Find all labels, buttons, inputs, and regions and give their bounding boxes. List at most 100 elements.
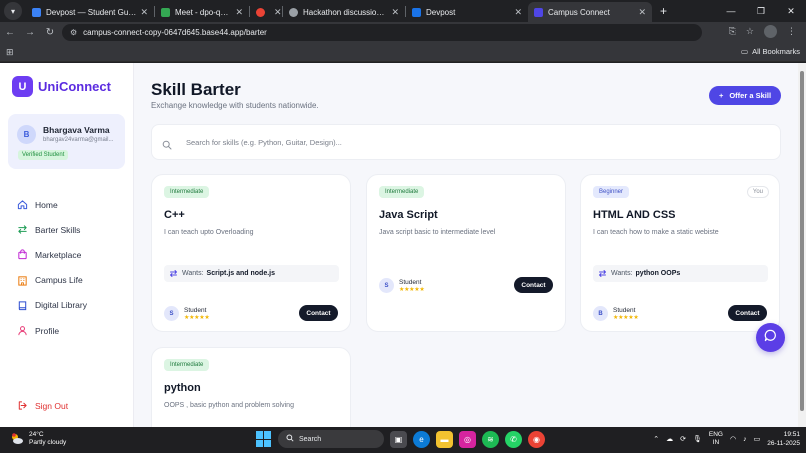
close-window-icon[interactable]: ✕ — [776, 6, 806, 17]
weather-temp: 24°C — [29, 431, 44, 438]
tab-devpost[interactable]: Devpost ✕ — [406, 2, 528, 22]
close-icon[interactable]: ✕ — [514, 7, 522, 18]
back-icon[interactable]: ← — [0, 27, 20, 38]
level-badge: Beginner — [593, 186, 630, 198]
tab-search-icon[interactable]: ▾ — [4, 2, 22, 20]
avatar: S — [164, 306, 179, 321]
tab-recording[interactable]: ✕ — [250, 2, 282, 22]
tab-hackathon-topics[interactable]: Hackathon discussion topics ✕ — [283, 2, 405, 22]
weather-desc: Partly cloudy — [29, 439, 67, 446]
bag-icon — [17, 249, 28, 260]
menu-dots-icon[interactable]: ⋮ — [787, 26, 796, 37]
globe-favicon-icon — [289, 7, 298, 17]
rating-stars: ★★★★★ — [184, 315, 210, 321]
wants-label: Wants: — [182, 270, 204, 277]
microphone-icon[interactable]: 🎙 — [693, 435, 702, 443]
bookmarks-bar: ⊞ ▭ All Bookmarks — [0, 43, 806, 62]
onedrive-cloud-icon[interactable]: ☁ — [666, 435, 673, 443]
brand-logo: U — [12, 76, 33, 97]
chevron-up-icon[interactable]: ⌃ — [653, 435, 659, 443]
forward-icon[interactable]: → — [20, 27, 40, 38]
sidebar-item-label: Marketplace — [35, 249, 82, 260]
skill-description: OOPS , basic python and problem solving — [164, 402, 294, 409]
page-subtitle: Exchange knowledge with students nationw… — [151, 101, 319, 110]
home-icon — [17, 199, 28, 210]
search-icon — [162, 137, 172, 150]
sidebar-item-marketplace[interactable]: Marketplace — [17, 242, 87, 267]
search-input[interactable] — [186, 137, 746, 147]
close-icon[interactable]: ✕ — [235, 7, 243, 18]
owner-you-badge: You — [746, 186, 769, 198]
skill-card-html-css: Beginner You HTML AND CSS I can teach ho… — [580, 174, 780, 332]
clock-date: 26-11-2025 — [767, 440, 800, 447]
sidebar-item-profile[interactable]: Profile — [17, 318, 87, 343]
system-tray: ⌃ ☁ ⟳ 🎙 ENG IN ◠ ♪ ▭ 19:51 26-11-2025 — [653, 430, 800, 448]
sidebar-item-label: Home — [35, 199, 58, 210]
new-tab-button[interactable]: + — [660, 4, 667, 18]
taskbar-search-label: Search — [299, 435, 322, 443]
task-view-icon[interactable]: ▣ — [390, 430, 407, 448]
sidebar-item-label: Barter Skills — [35, 224, 81, 235]
restore-icon[interactable]: ❐ — [746, 6, 776, 17]
windows-start-icon[interactable] — [256, 431, 272, 447]
folder-icon: ▭ — [740, 47, 749, 56]
tab-campus-connect[interactable]: Campus Connect ✕ — [528, 2, 652, 22]
skill-title: C++ — [164, 209, 185, 221]
instagram-icon[interactable]: ◎ — [459, 430, 476, 448]
sync-icon[interactable]: ⟳ — [680, 435, 686, 443]
user-name: Bhargava Varma — [43, 125, 110, 135]
bookmark-star-icon[interactable]: ☆ — [746, 26, 754, 37]
chat-button[interactable] — [756, 323, 785, 352]
whatsapp-icon[interactable]: ✆ — [505, 430, 522, 448]
wifi-icon[interactable]: ◠ — [730, 435, 736, 443]
reload-icon[interactable]: ↻ — [40, 27, 60, 38]
close-icon[interactable]: ✕ — [638, 7, 646, 18]
contact-button[interactable]: Contact — [728, 305, 767, 321]
swap-icon — [598, 269, 607, 278]
install-app-icon[interactable]: ⎘ — [729, 26, 736, 37]
close-icon[interactable]: ✕ — [274, 7, 282, 18]
url-input[interactable]: ⚙ campus-connect-copy-0647d645.base44.ap… — [62, 24, 702, 41]
book-icon — [17, 300, 28, 311]
skill-description: I can teach upto Overloading — [164, 229, 254, 236]
brand[interactable]: U UniConnect — [12, 76, 111, 97]
spotify-icon[interactable]: ≋ — [482, 430, 499, 448]
page-scrollbar[interactable] — [798, 63, 806, 427]
url-text: campus-connect-copy-0647d645.base44.app/… — [83, 28, 267, 37]
level-badge: Intermediate — [164, 359, 210, 371]
sidebar-item-digital-library[interactable]: Digital Library — [17, 293, 87, 318]
site-info-icon[interactable]: ⚙ — [70, 28, 77, 37]
volume-icon[interactable]: ♪ — [743, 436, 747, 443]
contact-button[interactable]: Contact — [514, 277, 553, 293]
profile-avatar[interactable] — [764, 25, 777, 38]
skill-card-cpp: Intermediate C++ I can teach upto Overlo… — [151, 174, 351, 332]
contact-button[interactable]: Contact — [299, 305, 338, 321]
tab-meet[interactable]: Meet - dpo-qcyk-fah ✕ — [155, 2, 249, 22]
language-indicator[interactable]: ENG IN — [709, 431, 723, 447]
taskbar-search[interactable]: Search — [278, 430, 384, 448]
apps-grid-icon[interactable]: ⊞ — [6, 47, 14, 58]
clock[interactable]: 19:51 26-11-2025 — [767, 430, 800, 448]
minimize-icon[interactable]: — — [716, 6, 746, 16]
weather-widget[interactable]: 24°C Partly cloudy — [10, 431, 66, 447]
close-icon[interactable]: ✕ — [391, 7, 399, 18]
close-icon[interactable]: ✕ — [140, 7, 148, 18]
battery-icon[interactable]: ▭ — [754, 435, 761, 443]
sidebar-item-campus-life[interactable]: Campus Life — [17, 268, 87, 293]
sidebar-item-barter-skills[interactable]: Barter Skills — [17, 217, 87, 242]
edge-icon[interactable]: e — [413, 430, 430, 448]
chrome-icon[interactable]: ◉ — [528, 430, 545, 448]
brand-name: UniConnect — [38, 79, 111, 94]
scrollbar-thumb[interactable] — [800, 71, 804, 411]
all-bookmarks-button[interactable]: ▭ All Bookmarks — [741, 47, 800, 56]
sidebar-item-home[interactable]: Home — [17, 192, 87, 217]
page-title: Skill Barter — [151, 80, 241, 99]
search-bar — [151, 124, 781, 160]
sidebar-item-label: Digital Library — [35, 300, 87, 311]
file-explorer-icon[interactable]: ▬ — [436, 430, 453, 448]
taskbar-apps: Search ▣ e ▬ ◎ ≋ ✆ ◉ — [256, 430, 545, 448]
record-favicon-icon — [256, 7, 265, 17]
sign-out-button[interactable]: Sign Out — [17, 400, 68, 411]
offer-skill-button[interactable]: + Offer a Skill — [709, 86, 781, 105]
tab-devpost-guide[interactable]: Devpost — Student Guide for Hackathons ✕ — [26, 2, 154, 22]
